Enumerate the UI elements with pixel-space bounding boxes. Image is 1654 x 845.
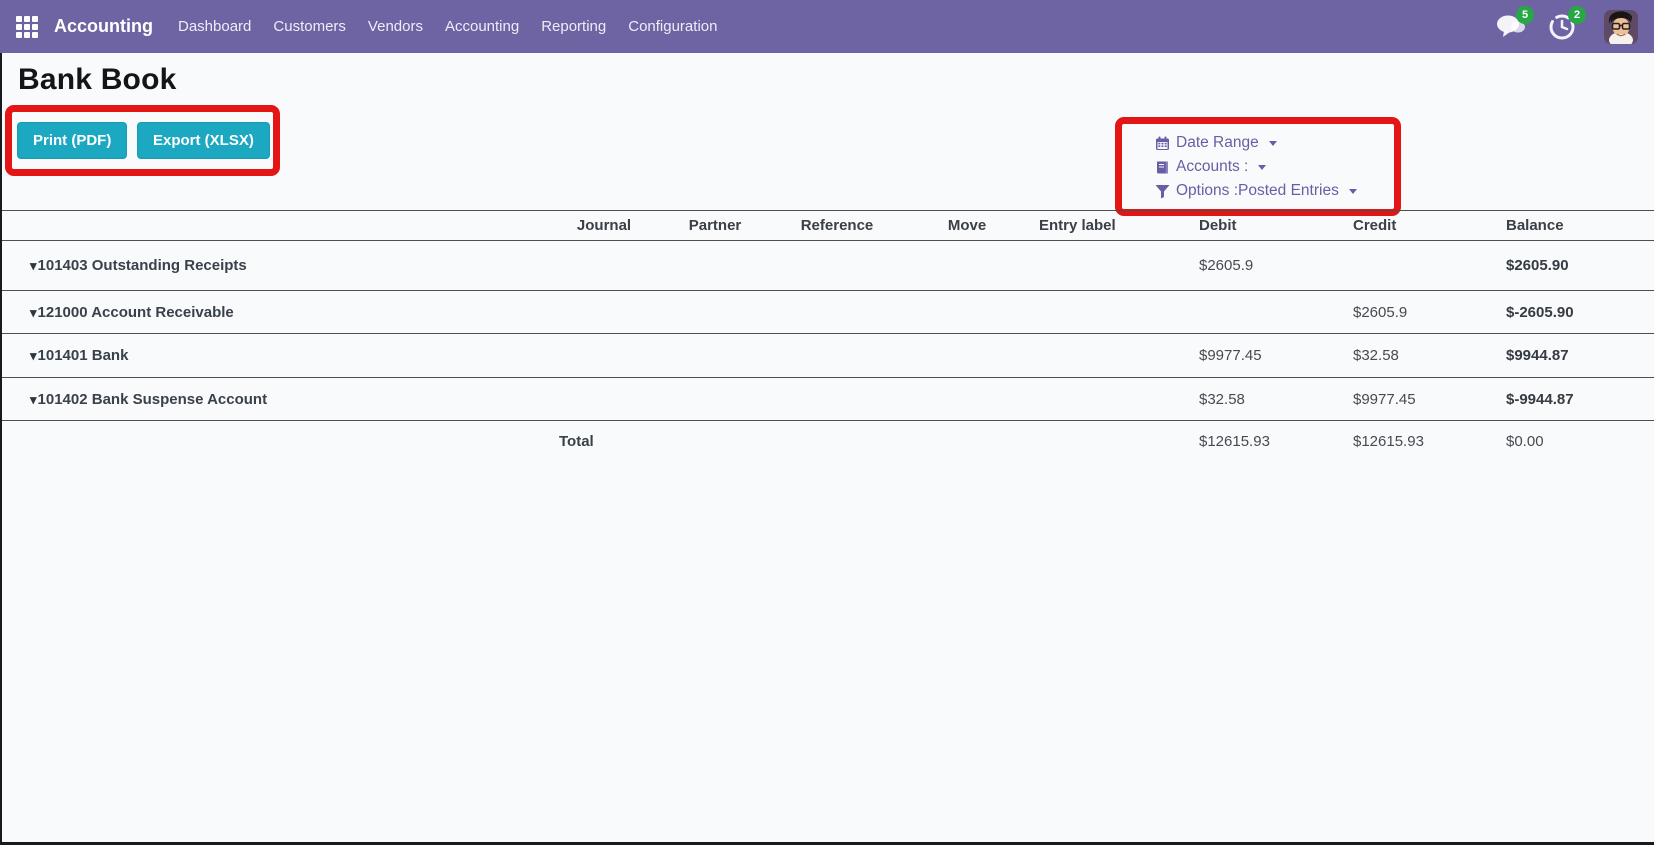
filter-funnel-icon (1154, 183, 1170, 199)
credit-value: $32.58 (1346, 347, 1499, 364)
collapse-caret-icon[interactable]: ▾ (30, 349, 37, 362)
main-menu: Dashboard Customers Vendors Accounting R… (167, 0, 728, 53)
journal-book-icon (1154, 159, 1170, 175)
messages-badge: 5 (1516, 6, 1534, 24)
chevron-down-icon (1349, 189, 1357, 194)
menu-dashboard[interactable]: Dashboard (167, 0, 262, 53)
col-header-entry-label: Entry label (1032, 217, 1192, 234)
menu-vendors[interactable]: Vendors (357, 0, 434, 53)
export-xlsx-button[interactable]: Export (XLSX) (137, 122, 270, 159)
date-range-label: Date Range (1176, 134, 1259, 152)
col-header-partner: Partner (658, 217, 772, 234)
debit-value: $2605.9 (1192, 257, 1346, 274)
user-avatar[interactable] (1604, 10, 1638, 44)
col-header-balance: Balance (1499, 217, 1654, 234)
options-label: Options :Posted Entries (1176, 182, 1339, 200)
menu-reporting[interactable]: Reporting (530, 0, 617, 53)
collapse-caret-icon[interactable]: ▾ (30, 306, 37, 319)
activities-icon[interactable]: 2 (1548, 12, 1578, 42)
account-name: 101402 Bank Suspense Account (38, 391, 268, 408)
accounts-filter[interactable]: Accounts : (1154, 155, 1266, 179)
table-header-row: Journal Partner Reference Move Entry lab… (2, 211, 1654, 241)
options-filter[interactable]: Options :Posted Entries (1154, 179, 1357, 203)
content-area: Bank Book Print (PDF) Export (XLSX) Date… (0, 53, 1654, 845)
account-name: 121000 Account Receivable (38, 304, 234, 321)
balance-value: $-2605.90 (1499, 304, 1654, 321)
collapse-caret-icon[interactable]: ▾ (30, 393, 37, 406)
messages-icon[interactable]: 5 (1496, 12, 1526, 42)
top-navbar: Accounting Dashboard Customers Vendors A… (0, 0, 1654, 53)
print-pdf-button[interactable]: Print (PDF) (17, 122, 127, 159)
table-row: ▾ 101402 Bank Suspense Account $32.58 $9… (2, 378, 1654, 421)
balance-value: $2605.90 (1499, 257, 1654, 274)
balance-value: $-9944.87 (1499, 391, 1654, 408)
collapse-caret-icon[interactable]: ▾ (30, 259, 37, 272)
table-total-row: Total $12615.93 $12615.93 $0.00 (2, 421, 1654, 461)
total-debit: $12615.93 (1192, 433, 1346, 450)
total-balance: $0.00 (1499, 433, 1654, 450)
chevron-down-icon (1258, 165, 1266, 170)
page-title: Bank Book (18, 63, 177, 97)
table-row: ▾ 121000 Account Receivable $2605.9 $-26… (2, 291, 1654, 334)
total-credit: $12615.93 (1346, 433, 1499, 450)
table-row: ▾ 101401 Bank $9977.45 $32.58 $9944.87 (2, 334, 1654, 378)
col-header-credit: Credit (1346, 217, 1499, 234)
menu-customers[interactable]: Customers (262, 0, 357, 53)
debit-value: $32.58 (1192, 391, 1346, 408)
col-header-move: Move (902, 217, 1032, 234)
accounts-label: Accounts : (1176, 158, 1248, 176)
credit-value: $9977.45 (1346, 391, 1499, 408)
apps-grid-icon[interactable] (16, 16, 38, 38)
activities-badge: 2 (1568, 6, 1586, 24)
balance-value: $9944.87 (1499, 347, 1654, 364)
bank-book-table: Journal Partner Reference Move Entry lab… (2, 210, 1654, 461)
menu-accounting[interactable]: Accounting (434, 0, 530, 53)
col-header-reference: Reference (772, 217, 902, 234)
menu-configuration[interactable]: Configuration (617, 0, 728, 53)
total-label: Total (550, 433, 658, 450)
table-row: ▾ 101403 Outstanding Receipts $2605.9 $2… (2, 241, 1654, 291)
app-title: Accounting (54, 16, 153, 37)
credit-value: $2605.9 (1346, 304, 1499, 321)
date-range-filter[interactable]: Date Range (1154, 131, 1277, 155)
col-header-journal: Journal (550, 217, 658, 234)
account-name: 101403 Outstanding Receipts (38, 257, 247, 274)
chevron-down-icon (1269, 141, 1277, 146)
col-header-debit: Debit (1192, 217, 1346, 234)
account-name: 101401 Bank (38, 347, 129, 364)
calendar-icon (1154, 135, 1170, 151)
navbar-systray: 5 2 (1496, 0, 1654, 53)
debit-value: $9977.45 (1192, 347, 1346, 364)
